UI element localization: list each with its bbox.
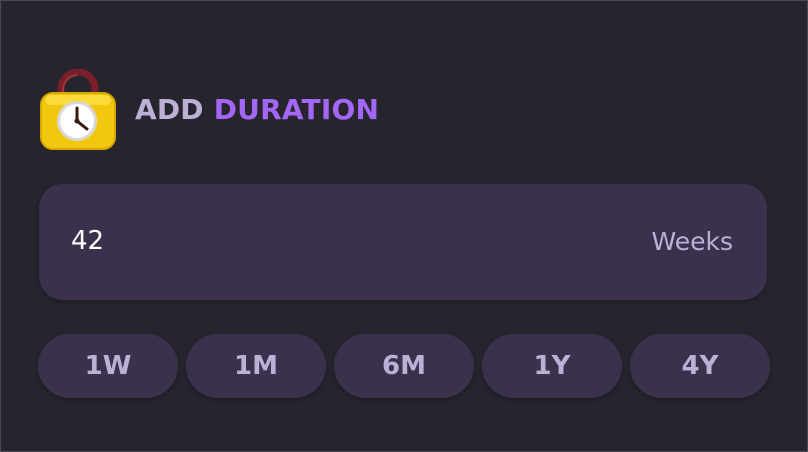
add-duration-panel: ADD DURATION Weeks 1W 1M 6M 1Y 4Y — [0, 0, 808, 452]
page-title: ADD DURATION — [135, 93, 379, 126]
preset-4y-button[interactable]: 4Y — [630, 334, 770, 398]
preset-buttons: 1W 1M 6M 1Y 4Y — [38, 334, 770, 398]
title-part-add: ADD — [135, 92, 204, 126]
preset-1y-button[interactable]: 1Y — [482, 334, 622, 398]
clock-lock-icon — [40, 69, 116, 150]
preset-1w-button[interactable]: 1W — [38, 334, 178, 398]
duration-input-box[interactable]: Weeks — [39, 184, 767, 300]
preset-1m-button[interactable]: 1M — [186, 334, 326, 398]
duration-unit-label: Weeks — [651, 227, 733, 256]
preset-6m-button[interactable]: 6M — [334, 334, 474, 398]
header: ADD DURATION — [39, 69, 379, 151]
duration-input[interactable] — [71, 226, 371, 256]
title-part-duration: DURATION — [213, 92, 380, 126]
